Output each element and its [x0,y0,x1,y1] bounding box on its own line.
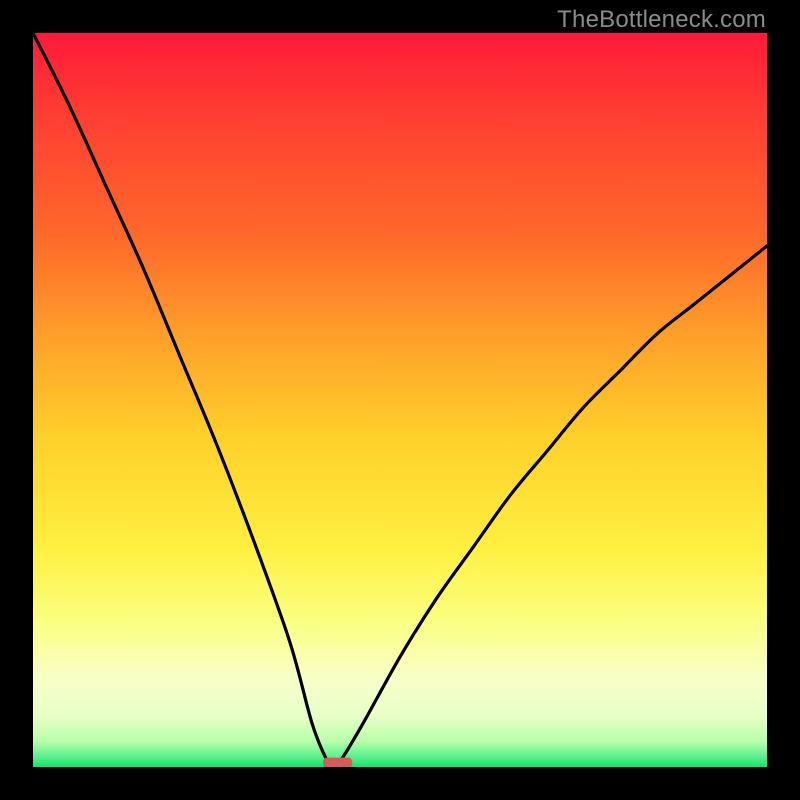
plot-area [33,33,767,767]
bottleneck-curve [33,33,767,767]
outer-black-frame: TheBottleneck.com [0,0,800,800]
watermark-text: TheBottleneck.com [557,6,766,34]
